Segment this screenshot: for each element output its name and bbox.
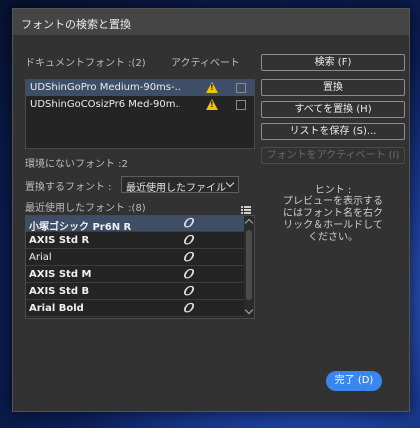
hint-title: ヒント : xyxy=(314,185,352,196)
recent-fonts-scrollbar[interactable] xyxy=(244,216,254,318)
document-fonts-label: ドキュメントフォント :(2) xyxy=(25,58,146,69)
replace-button[interactable]: 置換 xyxy=(261,79,405,96)
recent-font-name: Arial xyxy=(29,252,52,263)
activate-checkbox[interactable] xyxy=(236,100,246,110)
recent-font-row[interactable]: AXIS Std M 𝑂 xyxy=(26,267,244,283)
replace-with-label: 置換するフォント : xyxy=(25,182,112,193)
list-options-icon[interactable] xyxy=(241,206,251,214)
dialog-title: フォントの検索と置換 xyxy=(13,9,409,35)
opentype-font-icon: 𝑂 xyxy=(183,284,193,298)
recent-font-row[interactable]: AXIS Std B 𝑂 xyxy=(26,284,244,300)
document-font-row[interactable]: UDShinGoCOsizPr6 Med-90m... xyxy=(26,97,254,113)
document-font-name: UDShinGoCOsizPr6 Med-90m... xyxy=(30,99,180,110)
save-list-button[interactable]: リストを保存 (S)... xyxy=(261,123,405,140)
recent-font-name: 小塚ゴシック Pr6N R xyxy=(29,222,132,233)
opentype-font-icon: 𝑂 xyxy=(183,233,193,247)
replace-with-dropdown[interactable]: 最近使用したファイル xyxy=(121,176,239,194)
opentype-font-icon: 𝑂 xyxy=(183,250,193,264)
chevron-down-icon xyxy=(225,178,235,188)
missing-font-warning-icon xyxy=(206,82,218,93)
recent-font-row[interactable]: Arial 𝑂 xyxy=(26,250,244,266)
recent-fonts-list: 小塚ゴシック Pr6N R 𝑂 AXIS Std R 𝑂 Arial 𝑂 AXI… xyxy=(25,215,255,319)
find-button[interactable]: 検索 (F) xyxy=(261,54,405,71)
document-fonts-list: UDShinGoPro Medium-90ms-... UDShinGoCOsi… xyxy=(25,79,255,149)
replace-with-value: 最近使用したファイル xyxy=(126,183,226,194)
recent-font-row[interactable]: Arial Bold 𝑂 xyxy=(26,301,244,317)
recent-font-name: Arial Bold xyxy=(29,303,84,314)
recent-font-row[interactable]: 小塚ゴシック Pr6N R 𝑂 xyxy=(26,216,244,233)
hint-text: プレビューを表示するにはフォント名を右クリック＆ホールドしてください。 xyxy=(283,196,383,243)
opentype-font-icon: 𝑂 xyxy=(183,301,193,315)
recent-font-name: AXIS Std R xyxy=(29,235,90,246)
done-button[interactable]: 完了 (D) xyxy=(326,371,382,391)
document-font-row[interactable]: UDShinGoPro Medium-90ms-... xyxy=(26,80,254,96)
activate-checkbox[interactable] xyxy=(236,83,246,93)
scroll-up-icon[interactable] xyxy=(244,218,254,228)
recent-fonts-label: 最近使用したフォント :(8) xyxy=(25,203,146,214)
recent-font-name: AXIS Std B xyxy=(29,286,90,297)
activate-column-label: アクティベート xyxy=(171,58,240,69)
activate-font-button[interactable]: フォントをアクティベート (I) xyxy=(261,147,405,164)
missing-fonts-label: 環境にないフォント :2 xyxy=(25,159,128,170)
replace-all-button[interactable]: すべてを置換 (H) xyxy=(261,101,405,118)
find-replace-font-dialog: フォントの検索と置換 ドキュメントフォント :(2) アクティベート UDShi… xyxy=(12,8,410,412)
opentype-font-icon: 𝑂 xyxy=(183,216,193,230)
missing-font-warning-icon xyxy=(206,99,218,110)
recent-font-row[interactable]: AXIS Std R 𝑂 xyxy=(26,233,244,249)
scrollbar-thumb[interactable] xyxy=(246,230,252,300)
recent-font-name: AXIS Std M xyxy=(29,269,92,280)
document-font-name: UDShinGoPro Medium-90ms-... xyxy=(30,82,180,93)
opentype-font-icon: 𝑂 xyxy=(183,267,193,281)
scroll-down-icon[interactable] xyxy=(244,305,254,315)
